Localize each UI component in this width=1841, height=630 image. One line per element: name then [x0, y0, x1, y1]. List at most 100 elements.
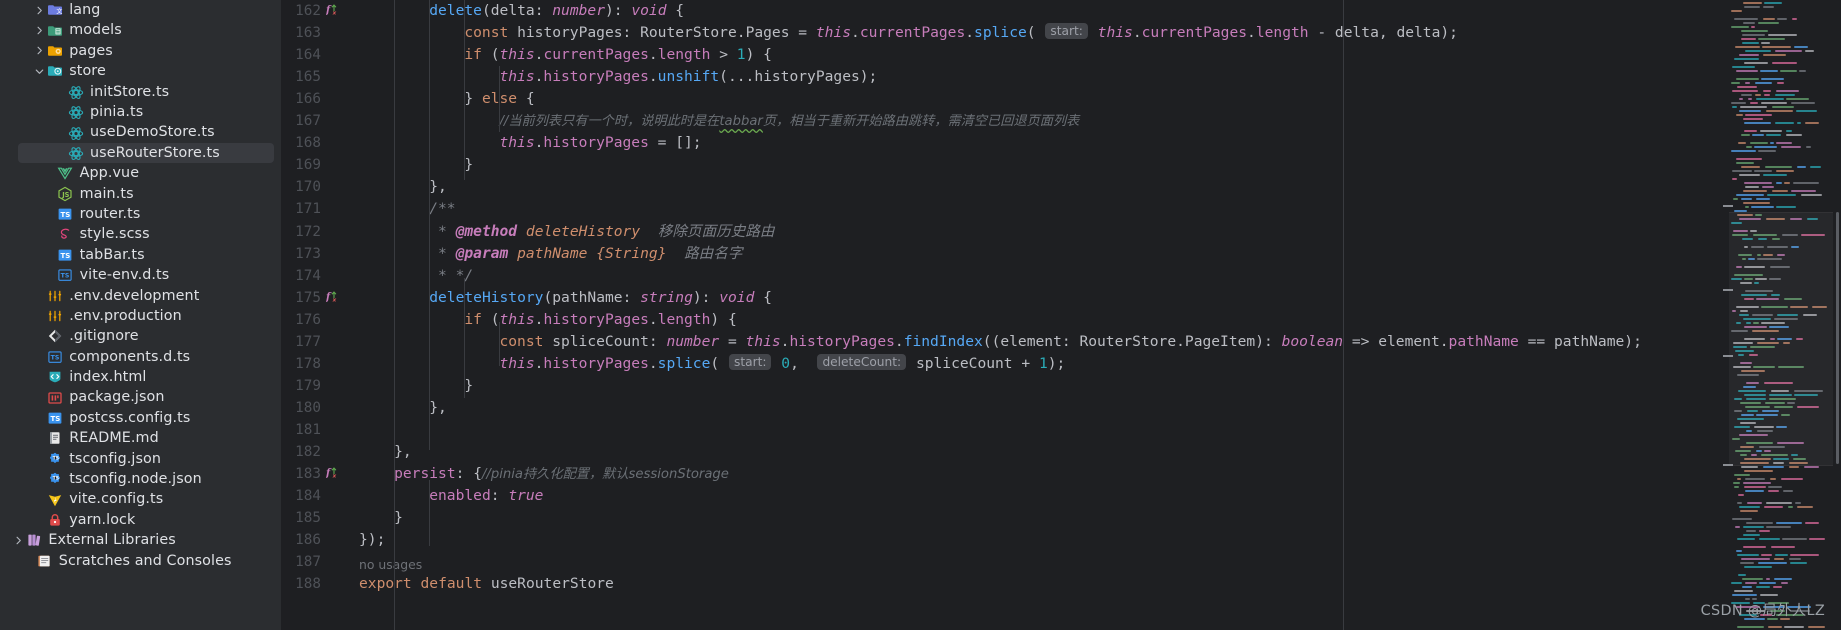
minimap-line [1755, 82, 1772, 84]
minimap-line [1763, 90, 1771, 92]
code-line[interactable]: 188 export default useRouterStore [281, 573, 1841, 595]
tree-item-vite-config-ts[interactable]: vite.config.ts [0, 489, 281, 509]
tree-item-gitignore[interactable]: .gitignore [0, 326, 281, 346]
tree-item-env-production[interactable]: .env.production [0, 306, 281, 326]
code-line[interactable]: 179} [281, 375, 1841, 397]
tree-item-initstore-ts[interactable]: initStore.ts [0, 82, 281, 102]
no-usages-hint[interactable]: no usages [281, 554, 1841, 576]
gutter-override-method-icon[interactable]: fx [325, 464, 342, 486]
code-line[interactable]: 163 const historyPages: RouterStore.Pages… [281, 22, 1841, 44]
minimap-line [1790, 554, 1819, 556]
code-line[interactable]: 174 * */ [281, 265, 1841, 287]
code-line[interactable]: 171 /** [281, 198, 1841, 220]
tree-item-tsconfig-json[interactable]: TS tsconfig.json [0, 449, 281, 469]
code-line[interactable]: 173 * @param pathName {String} 路由名字 [281, 243, 1841, 265]
code-content[interactable]: 162 f x delete(delta: number): void {163 con… [281, 0, 1841, 630]
code-line[interactable]: 169} [281, 154, 1841, 176]
code-line[interactable]: 183 f x persist: {//pinia持久化配置，默认sessionSto… [281, 463, 1841, 485]
tree-item-components-d-ts[interactable]: TS components.d.ts [0, 347, 281, 367]
tree-item-postcss-config-ts[interactable]: TS postcss.config.ts [0, 408, 281, 428]
code-line[interactable]: 175 f x deleteHistory(pathName: string): vo… [281, 287, 1841, 309]
editor-marker-stripe[interactable] [1723, 205, 1733, 207]
minimap-line [1737, 626, 1764, 628]
tree-item-label: useDemoStore.ts [90, 124, 215, 141]
code-line[interactable]: 181 [281, 419, 1841, 441]
editor-marker-stripe[interactable] [1723, 355, 1733, 357]
chevron-right-icon[interactable] [12, 534, 25, 547]
chevron-right-icon[interactable] [33, 44, 46, 57]
code-line[interactable]: 186}); [281, 529, 1841, 551]
chevron-right-icon[interactable] [33, 4, 46, 17]
minimap-line [1759, 538, 1780, 540]
chevron-down-icon[interactable] [33, 65, 46, 78]
tree-item-store[interactable]: store [0, 61, 281, 81]
code-line[interactable]: 177 const spliceCount: number = this.hist… [281, 331, 1841, 353]
tree-item-usedemostore-ts[interactable]: useDemoStore.ts [0, 122, 281, 142]
tree-item-vite-env-d-ts[interactable]: TS vite-env.d.ts [0, 265, 281, 285]
tree-item-env-development[interactable]: .env.development [0, 285, 281, 305]
tree-item-userouterstore-ts[interactable]: useRouterStore.ts [0, 142, 281, 164]
code-line[interactable]: 162 f x delete(delta: number): void { [281, 0, 1841, 22]
minimap-line [1736, 194, 1764, 196]
minimap-line [1737, 538, 1755, 540]
minimap-line [1745, 186, 1759, 188]
gutter-override-method-icon[interactable]: fx [325, 288, 342, 310]
code-line[interactable]: 178 this.historyPages.splice( start: 0, d… [281, 353, 1841, 375]
tree-item-pages[interactable]: pages [0, 41, 281, 61]
tree-item-router-ts[interactable]: TS router.ts [0, 204, 281, 224]
code-line[interactable]: 164 if (this.currentPages.length > 1) { [281, 44, 1841, 66]
minimap-line [1737, 86, 1757, 88]
tree-item-package-json[interactable]: package.json [0, 387, 281, 407]
gutter-override-method-icon[interactable]: fx [325, 1, 342, 23]
code-line[interactable]: 172 * @method deleteHistory 移除页面历史路由 [281, 221, 1841, 243]
vue-icon [57, 165, 74, 182]
minimap-viewport[interactable] [1729, 212, 1833, 466]
tree-arrow-placeholder [44, 228, 57, 241]
editor-scrollbar[interactable] [1836, 212, 1839, 464]
tree-item-models[interactable]: models [0, 20, 281, 40]
tree-item-scratches-and-consoles[interactable]: Scratches and Consoles [0, 551, 281, 571]
code-text: const historyPages: RouterStore.Pages = … [464, 23, 1458, 42]
minimap[interactable] [1729, 0, 1833, 630]
tree-item-pinia-ts[interactable]: pinia.ts [0, 102, 281, 122]
tree-item-yarn-lock[interactable]: yarn.lock [0, 510, 281, 530]
tree-item-app-vue[interactable]: App.vue [0, 163, 281, 183]
code-line[interactable]: 170}, [281, 176, 1841, 198]
code-text: this.historyPages.unshift(...historyPage… [499, 68, 878, 86]
code-editor[interactable]: 162 f x delete(delta: number): void {163 con… [281, 0, 1841, 630]
minimap-line [1805, 122, 1819, 124]
minimap-line [1731, 582, 1742, 584]
tree-item-main-ts[interactable]: JS main.ts [0, 184, 281, 204]
code-line[interactable]: 165 this.historyPages.unshift(...historyP… [281, 66, 1841, 88]
chevron-right-icon[interactable] [33, 24, 46, 37]
tree-item-external-libraries[interactable]: External Libraries [0, 530, 281, 550]
minimap-line [1762, 186, 1774, 188]
minimap-line [1756, 98, 1784, 100]
minimap-line [1732, 594, 1757, 596]
svg-text:TS: TS [52, 455, 58, 461]
tree-item-tsconfig-node-json[interactable]: TS tsconfig.node.json [0, 469, 281, 489]
code-line[interactable]: 180}, [281, 397, 1841, 419]
code-line[interactable]: 168 this.historyPages = []; [281, 132, 1841, 154]
editor-marker-stripe[interactable] [1723, 464, 1733, 466]
tree-item-readme-md[interactable]: README.md [0, 428, 281, 448]
editor-marker-stripe[interactable] [1723, 289, 1733, 291]
code-line[interactable]: 184 enabled: true [281, 485, 1841, 507]
project-tree-panel[interactable]: 文 lang models pages store initStore.ts pinia.t… [0, 0, 281, 630]
minimap-line [1776, 522, 1802, 524]
code-line[interactable]: 176 if (this.historyPages.length) { [281, 309, 1841, 331]
editor-minimap-panel[interactable] [1721, 0, 1841, 630]
code-line[interactable]: 182}, [281, 441, 1841, 463]
tree-item-index-html[interactable]: index.html [0, 367, 281, 387]
tree-item-label: tabBar.ts [79, 246, 145, 263]
tree-item-tabbar-ts[interactable]: TS tabBar.ts [0, 245, 281, 265]
minimap-line [1763, 54, 1786, 56]
tree-item-label: tsconfig.node.json [69, 471, 202, 488]
minimap-line [1763, 6, 1774, 8]
tree-item-lang[interactable]: 文 lang [0, 0, 281, 20]
code-line[interactable]: 185} [281, 507, 1841, 529]
code-line[interactable]: 167 //当前列表只有一个时，说明此时是在tabbar页，相当于重新开始路由跳转… [281, 110, 1841, 132]
tree-item-style-scss[interactable]: style.scss [0, 224, 281, 244]
code-line[interactable]: 166} else { [281, 88, 1841, 110]
minimap-line [1761, 102, 1787, 104]
